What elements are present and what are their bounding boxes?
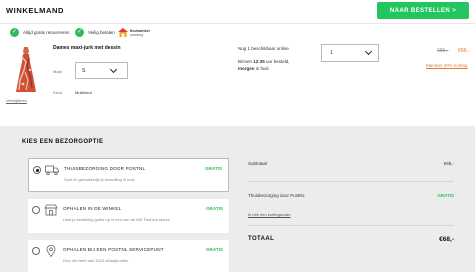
- color-label: Kleur: [53, 90, 63, 95]
- delivery-option-home[interactable]: THUISBEZORGING DOOR POSTNL Snel en gemak…: [28, 158, 229, 192]
- shipping-row: Thuisbezorging door PostNL GRATIS: [248, 193, 454, 198]
- color-value: Multikleur: [75, 90, 93, 95]
- product-name[interactable]: Dames maxi-jurk met dessin: [53, 45, 121, 51]
- delivery-suffix: uur besteld,: [264, 59, 290, 64]
- chevron-down-icon: [109, 65, 118, 74]
- option-price: GRATIS: [205, 247, 223, 252]
- sale-price: €68,-: [458, 48, 470, 54]
- checkmark-icon: ✓: [10, 28, 19, 37]
- shipping-value: GRATIS: [437, 193, 454, 198]
- option-description: Snel en gemakkelijk je bestelling in hui…: [64, 177, 135, 182]
- shipping-label: Thuisbezorging door PostNL: [248, 193, 306, 198]
- quantity-value: 1: [330, 50, 333, 56]
- truck-icon: [45, 165, 59, 176]
- delivery-time-line: Binnen 12:35 uur besteld,: [238, 59, 290, 64]
- radio-unselected[interactable]: [32, 247, 40, 255]
- delivery-time: 12:35: [253, 59, 265, 64]
- size-select[interactable]: S: [75, 62, 128, 79]
- product-image[interactable]: [14, 46, 38, 94]
- remove-item-link[interactable]: Verwijderen: [6, 98, 27, 103]
- cart-header: WINKELMAND NAAR BESTELLEN >: [0, 0, 475, 24]
- radio-unselected[interactable]: [32, 206, 40, 214]
- page-title: WINKELMAND: [6, 6, 65, 15]
- delivery-end: in huis: [254, 66, 269, 71]
- chevron-down-icon: [364, 47, 373, 56]
- subtotal-label: Subtotaal: [248, 161, 268, 166]
- trust-returns-label: Altijd gratis retourneren: [23, 30, 70, 35]
- divider: [248, 181, 454, 182]
- member-discount-link[interactable]: Member 20% korting: [426, 63, 468, 68]
- subtotal-row: Subtotaal €68,-: [248, 161, 454, 166]
- option-price: GRATIS: [205, 206, 223, 211]
- trust-payment: ✓ Veilig betalen: [75, 28, 115, 37]
- delivery-day: morgen: [238, 66, 255, 71]
- delivery-option-pickup-point[interactable]: OPHALEN BIJ EEN POSTNL SERVICEPUNT Kies …: [28, 240, 229, 272]
- trust-payment-label: Veilig betalen: [88, 30, 115, 35]
- radio-selected[interactable]: [33, 166, 41, 174]
- divider: [248, 225, 454, 226]
- trust-returns: ✓ Altijd gratis retourneren: [10, 28, 70, 37]
- option-description: Haal je bestelling gratis op in een van …: [63, 217, 170, 222]
- delivery-day-line: morgen in huis: [238, 66, 269, 71]
- thuiswinkel-waarborg-logo: thuiswinkel waarborg: [118, 28, 150, 37]
- checkout-button[interactable]: NAAR BESTELLEN >: [377, 2, 469, 19]
- logo-subtext: waarborg: [130, 33, 144, 37]
- option-title: OPHALEN IN DE WINKEL: [63, 206, 122, 211]
- total-label: TOTAAL: [248, 236, 275, 242]
- size-value: S: [82, 67, 86, 74]
- total-row: TOTAAL €68,-: [248, 236, 454, 243]
- option-title: THUISBEZORGING DOOR POSTNL: [64, 166, 146, 171]
- discount-code-link[interactable]: Ik heb een kortingscode: [248, 212, 290, 217]
- option-title: OPHALEN BIJ EEN POSTNL SERVICEPUNT: [63, 247, 164, 252]
- delivery-section-title: KIES EEN BEZORGOPTIE: [22, 139, 104, 145]
- option-description: Kies uit meer dan 3310 afhaalpunten: [63, 258, 129, 263]
- location-pin-icon: [46, 245, 56, 257]
- checkmark-icon: ✓: [75, 28, 84, 37]
- delivery-prefix: Binnen: [238, 59, 254, 64]
- subtotal-value: €68,-: [443, 161, 454, 166]
- delivery-option-store[interactable]: OPHALEN IN DE WINKEL Haal je bestelling …: [28, 199, 229, 233]
- total-value: €68,-: [439, 236, 454, 243]
- old-price: €85,-: [437, 48, 449, 54]
- size-label: Maat: [53, 69, 62, 74]
- stock-status: Nog 1 beschikbaar online: [238, 46, 289, 51]
- option-price: GRATIS: [204, 166, 222, 171]
- store-icon: [44, 204, 58, 216]
- quantity-select[interactable]: 1: [321, 44, 379, 62]
